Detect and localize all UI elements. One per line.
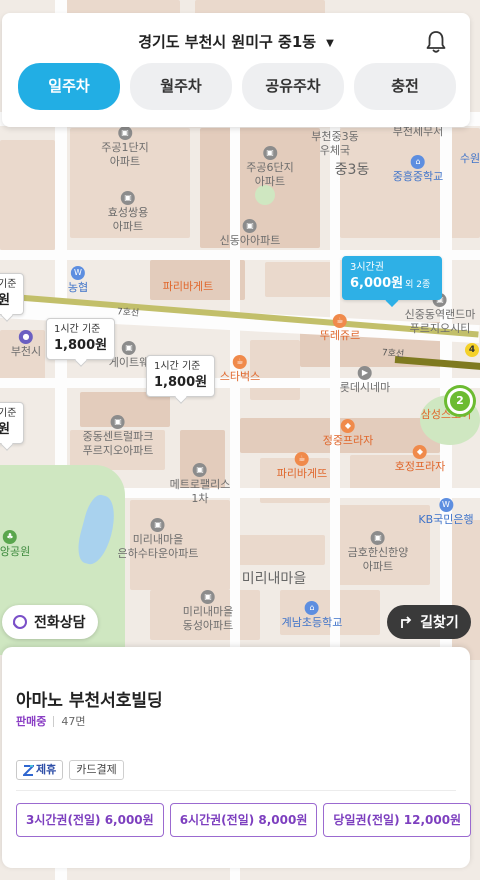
poi-jung3: 중3동 bbox=[334, 162, 370, 178]
poi-lotte[interactable]: ▶ 롯데시네마 bbox=[340, 366, 390, 395]
poi-sindong[interactable]: ▣ 신동아아파트 bbox=[220, 219, 280, 248]
parking-detail-sheet[interactable]: 아마노 부천서호빌딩 판매중 47면 제휴 카드결제 3시간권(전일) 6,00… bbox=[2, 647, 472, 868]
pin-label: 1시간 기준 bbox=[54, 324, 101, 335]
pin-label: 기준 bbox=[0, 279, 17, 290]
price-pin[interactable]: 기준 원 bbox=[0, 402, 25, 444]
pin-label: 기준 bbox=[0, 408, 17, 419]
poi-mirinae1[interactable]: ▣ 미리내마을 은하수타운아파트 bbox=[118, 518, 198, 561]
poi-paris2[interactable]: ☕ 파리바게뜨 bbox=[277, 452, 327, 481]
poi-mirinae: 미리내마을 bbox=[241, 571, 307, 587]
notification-button[interactable] bbox=[424, 29, 448, 55]
header-card: 경기도 부천시 원미구 중1동 ▼ 일주차 월주차 공유주차 충전 bbox=[2, 13, 470, 127]
poi-mirinae2[interactable]: ▣ 미리내마을 동성아파트 bbox=[183, 590, 233, 633]
poi-gyenam[interactable]: ⌂ 계남초등학교 bbox=[282, 601, 342, 630]
ticket-list: 3시간권(전일) 6,000원 6시간권(전일) 8,000원 당일권(전일) … bbox=[16, 803, 472, 837]
poi-hojeong[interactable]: ◆ 호정프라자 bbox=[395, 445, 445, 474]
poi-apt6[interactable]: ▣ 주공6단지 아파트 bbox=[246, 146, 294, 189]
poi-metro[interactable]: ▣ 메트로팰리스 1차 bbox=[170, 463, 230, 506]
price-pin[interactable]: 1시간 기준 1,800원 bbox=[46, 318, 116, 360]
poi-paris1[interactable]: 파리바게트 bbox=[163, 280, 214, 294]
poi-junghung[interactable]: ⌂ 중흥중학교 bbox=[393, 155, 443, 184]
pin-price: 원 bbox=[0, 293, 10, 308]
status-row: 판매중 47면 bbox=[16, 713, 86, 729]
space-count: 47면 bbox=[61, 715, 86, 728]
turn-arrow-icon bbox=[401, 616, 412, 628]
poi-jungjung[interactable]: ◆ 정중프라자 bbox=[323, 419, 373, 448]
pin-price: 원 bbox=[0, 422, 10, 437]
pin-label: 3시간권 bbox=[350, 262, 384, 273]
bell-icon bbox=[426, 31, 446, 53]
ticket-day[interactable]: 당일권(전일) 12,000원 bbox=[323, 803, 472, 837]
location-selector[interactable]: 경기도 부천시 원미구 중1동 ▼ bbox=[2, 31, 470, 53]
ticket-3h[interactable]: 3시간권(전일) 6,000원 bbox=[16, 803, 164, 837]
poi-suwon[interactable]: 수원 bbox=[460, 152, 480, 166]
pin-price: 6,000원 외 2종 bbox=[350, 276, 431, 291]
consult-label: 전화상담 bbox=[34, 615, 86, 631]
poi-kb[interactable]: W KB국민은행 bbox=[418, 498, 474, 527]
divider bbox=[16, 790, 456, 791]
poi-apt1[interactable]: ▣ 주공1단지 아파트 bbox=[101, 126, 149, 169]
poi-tous[interactable]: ☕ 뚜레쥬르 bbox=[320, 314, 360, 343]
divider bbox=[53, 715, 55, 727]
price-pin[interactable]: 기준 원 bbox=[0, 273, 25, 315]
headset-icon bbox=[13, 615, 27, 629]
card-payment-badge: 카드결제 bbox=[69, 760, 124, 780]
poi-park[interactable]: ♣중앙공원 bbox=[0, 530, 30, 559]
poi-hyosung[interactable]: ▣ 효성쌍용 아파트 bbox=[108, 191, 148, 234]
poi-office[interactable]: 부천중3동 우체국 bbox=[311, 130, 358, 158]
location-text: 경기도 부천시 원미구 중1동 bbox=[138, 33, 317, 51]
status-badge: 판매중 bbox=[16, 715, 47, 728]
price-pin[interactable]: 1시간 기준 1,800원 bbox=[146, 355, 216, 397]
phone-consult-button[interactable]: 전화상담 bbox=[2, 605, 98, 639]
pin-price: 1,800원 bbox=[154, 375, 208, 390]
z-logo-icon bbox=[23, 764, 34, 776]
route-label: 길찾기 bbox=[420, 615, 459, 631]
pin-price: 1,800원 bbox=[54, 338, 108, 353]
parking-name: 아마노 부천서호빌딩 bbox=[16, 691, 163, 711]
feature-badges: 제휴 카드결제 bbox=[16, 760, 124, 780]
poi-taxoffice[interactable]: 부천세무서 bbox=[393, 125, 444, 139]
ticket-6h[interactable]: 6시간권(전일) 8,000원 bbox=[169, 803, 318, 837]
pin-cluster[interactable]: 2 bbox=[447, 388, 473, 414]
poi-nonghyup[interactable]: W 농협 bbox=[68, 266, 88, 295]
partner-badge: 제휴 bbox=[16, 760, 64, 780]
poi-jungdong[interactable]: ▣ 중동센트럴파크 푸르지오아파트 bbox=[83, 415, 153, 458]
rail-label-7b: 7호선 bbox=[381, 348, 405, 360]
poi-bucheon[interactable]: ● 부천시 bbox=[11, 330, 41, 359]
pin-label: 1시간 기준 bbox=[154, 361, 201, 372]
tab-daily[interactable]: 일주차 bbox=[18, 63, 120, 110]
poi-geumho[interactable]: ▣ 금호한신한양 아파트 bbox=[348, 531, 408, 574]
category-tabs: 일주차 월주차 공유주차 충전 bbox=[18, 63, 456, 110]
tab-monthly[interactable]: 월주차 bbox=[130, 63, 232, 110]
directions-button[interactable]: 길찾기 bbox=[387, 605, 471, 639]
tab-shared[interactable]: 공유주차 bbox=[242, 63, 344, 110]
tab-charging[interactable]: 충전 bbox=[354, 63, 456, 110]
chevron-down-icon: ▼ bbox=[326, 38, 334, 49]
rail-label-7a: 7호선 bbox=[116, 307, 140, 319]
poi-starbucks[interactable]: ☕ 스타벅스 bbox=[220, 355, 260, 384]
price-pin-selected[interactable]: 3시간권 6,000원 외 2종 bbox=[342, 256, 442, 300]
line-4-badge: 4 bbox=[465, 343, 479, 357]
